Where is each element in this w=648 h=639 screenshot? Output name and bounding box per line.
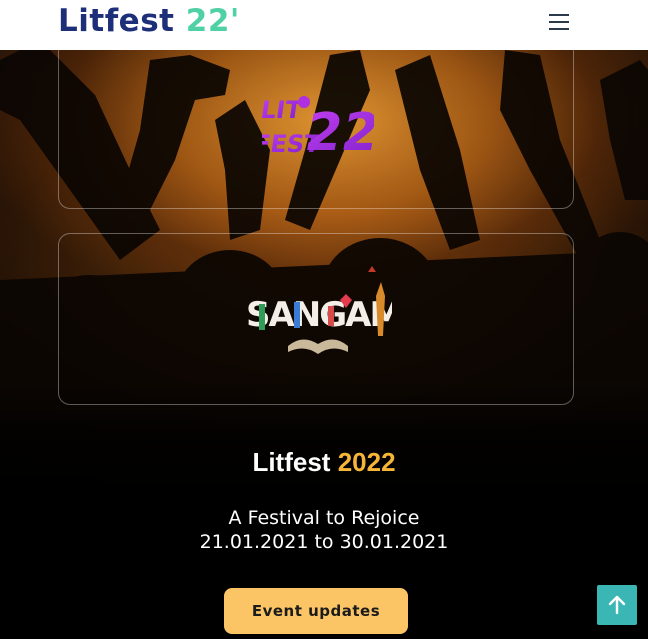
hero-title: Litfest 2022 — [0, 446, 648, 478]
brand-name: Litfest — [58, 3, 175, 39]
hero-title-main: Litfest — [252, 447, 331, 477]
arrow-up-icon — [608, 595, 626, 615]
hero-tagline: A Festival to Rejoice — [228, 507, 420, 529]
hamburger-menu-icon[interactable] — [548, 12, 572, 32]
svg-text:SANGAMAM: SANGAMAM — [246, 295, 392, 335]
svg-text:LIT: LIT — [262, 96, 304, 124]
event-dates: 21.01.2021 to 30.01.2021 — [199, 531, 449, 553]
menu-bar — [549, 28, 569, 30]
brand-logo-link[interactable]: Litfest 22' — [58, 2, 240, 40]
site-header: Litfest 22' — [0, 0, 648, 50]
scroll-to-top-button[interactable] — [597, 585, 637, 625]
menu-bar — [549, 14, 569, 16]
menu-bar — [549, 21, 569, 23]
event-updates-button[interactable]: Event updates — [224, 588, 408, 634]
svg-text:22': 22' — [301, 102, 374, 160]
sangamam-logo: SANGAMAM — [246, 266, 392, 354]
litfest-22-logo: LIT FEST 22' — [262, 96, 374, 160]
brand-accent: 22' — [185, 3, 240, 39]
hero-title-year: 2022 — [337, 447, 396, 477]
